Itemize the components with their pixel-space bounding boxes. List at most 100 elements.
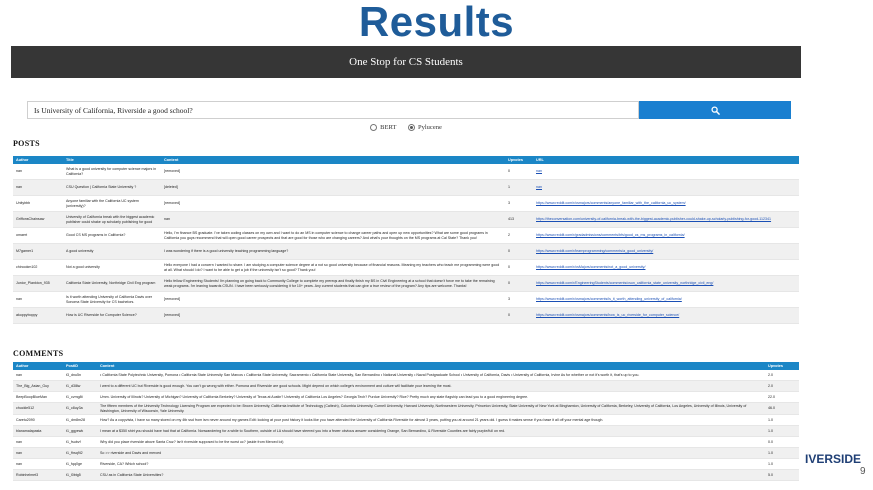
table-cell: t1_dm8m28 — [63, 414, 97, 427]
column-header: Author — [13, 362, 63, 370]
table-cell: 0.0 — [765, 436, 799, 449]
page-number: 9 — [860, 466, 866, 477]
table-cell: Not a good university — [63, 259, 161, 276]
table-cell: nan — [13, 370, 63, 381]
table-cell: Umm. University of Illinois? University … — [97, 391, 765, 403]
table-cell: Robinhelmet3 — [13, 469, 63, 482]
table-cell: t1_fsubvf — [63, 436, 97, 449]
table-cell: CSU Question | California State Universi… — [63, 179, 161, 196]
comments-heading: COMMENTS — [13, 349, 64, 358]
table-cell: The_Big_Asian_Guy — [13, 380, 63, 392]
table-cell: GriffonsChainsaw — [13, 211, 63, 228]
table-cell: How? As a copyvista, I have so many stor… — [97, 414, 765, 427]
engine-label-bert: BERT — [380, 124, 397, 131]
table-row: nan What is a good university for compute… — [13, 164, 799, 180]
table-row: Unitybbb Anyone familiar with the Califor… — [13, 195, 799, 212]
table-row: nan Is it worth attending University of C… — [13, 291, 799, 308]
table-cell: Hello fellow Engineering Students! I'm p… — [161, 275, 505, 292]
table-row: nan CSU Question | California State Unive… — [13, 179, 799, 196]
table-cell: 0 — [505, 275, 533, 292]
url-link[interactable]: nan — [533, 179, 799, 196]
slide-title: Results — [358, 0, 515, 45]
table-cell: A good university — [63, 243, 161, 260]
url-link[interactable]: https://www.reddit.com/r/csmajors/commen… — [533, 195, 799, 212]
table-cell: [deleted] — [161, 179, 505, 196]
table-row: The_Big_Asian_Guy t1_d3l8w I went to a dif… — [13, 380, 799, 392]
app-window: One Stop for CS Students BERT Pylucene P… — [11, 46, 801, 490]
radio-bert[interactable] — [370, 124, 378, 131]
url-link[interactable]: https://www.reddit.com/r/EngineeringStud… — [533, 275, 799, 292]
table-cell: 2 — [505, 227, 533, 244]
column-header: PostID — [63, 362, 97, 370]
table-cell: Hello, I'm finance BS graduate. I've tak… — [161, 227, 505, 244]
table-cell: 1.0 — [765, 425, 799, 438]
table-cell: 5.0 — [765, 469, 799, 482]
table-row: blanamalapasta t1_ggyewk I mean at a $350 … — [13, 425, 799, 438]
column-header: Content — [161, 156, 505, 164]
table-cell: blanamalapasta — [13, 425, 63, 438]
engine-option-pylucene[interactable]: Pylucene — [408, 124, 442, 131]
table-row: chuckle512 t1_c8uy3a The fifteen members o… — [13, 402, 799, 416]
table-cell: chinookm102 — [13, 259, 63, 276]
table-cell: t1_d3l8w — [63, 380, 97, 392]
table-row: nan t1_fsubvf Why did you place riverside … — [13, 436, 799, 449]
table-cell: t1_fhsq9l2 — [63, 447, 97, 460]
search-input[interactable] — [27, 101, 639, 119]
url-link[interactable]: https://www.reddit.com/r/learnprogrammin… — [533, 243, 799, 260]
url-link[interactable]: https://www.reddit.com/r/csmajors/commen… — [533, 307, 799, 324]
column-header: Title — [63, 156, 161, 164]
table-row: Robinhelmet3 t1_l0btg5 CSU as in Californi… — [13, 469, 799, 482]
table-cell: [removed] — [161, 307, 505, 324]
table-cell: nan — [13, 291, 63, 308]
table-row: nan t1_fqq0ge Riverside, CA? Which school?… — [13, 458, 799, 471]
table-cell: t1_c8uy3a — [63, 402, 97, 416]
url-link[interactable]: https://www.reddit.com/r/csMajors/commen… — [533, 259, 799, 276]
table-cell: How is UC Riverside for Computer Science… — [63, 307, 161, 324]
table-cell: [removed] — [161, 291, 505, 308]
table-cell: Anyone familiar with the California UC s… — [63, 195, 161, 212]
table-cell: So >> riverside and Davis and merced — [97, 447, 765, 460]
column-header: Author — [13, 156, 63, 164]
table-row: Junior_Plankton_935 California State Univ… — [13, 275, 799, 292]
table-cell: nan — [161, 211, 505, 228]
column-header: Upvotes — [765, 362, 799, 370]
table-cell: 1.0 — [765, 458, 799, 471]
table-cell: t1_cvmg8t — [63, 391, 97, 403]
table-cell: Is it worth attending University of Cali… — [63, 291, 161, 308]
table-cell: 0 — [505, 164, 533, 180]
table-cell: Junior_Plankton_935 — [13, 275, 63, 292]
table-row: Caretu2090 t1_dm8m28 How? As a copyvista, … — [13, 414, 799, 427]
table-cell: University of California break with the … — [63, 211, 161, 228]
table-cell: Why did you place riverside above Santa … — [97, 436, 765, 449]
url-link[interactable]: https://www.reddit.com/r/gradadmissions/… — [533, 227, 799, 244]
table-cell: [removed] — [161, 164, 505, 180]
engine-option-bert[interactable]: BERT — [370, 124, 396, 131]
table-cell: Unitybbb — [13, 195, 63, 212]
table-row: M7gamer1 A good university I was wondering… — [13, 243, 799, 260]
table-row: nan t1_fhsq9l2 So >> riverside and Davis a… — [13, 447, 799, 460]
column-header: Upvotes — [505, 156, 533, 164]
url-link[interactable]: nan — [533, 164, 799, 180]
radio-pylucene[interactable] — [408, 124, 416, 131]
table-cell: 0 — [505, 259, 533, 276]
search-button[interactable] — [639, 101, 791, 119]
comments-table: Author PostID Content Upvotes nan t3_dnu5n • … — [13, 362, 799, 482]
table-cell: 3 — [505, 291, 533, 308]
table-cell: nan — [13, 447, 63, 460]
table-cell: nan — [13, 436, 63, 449]
table-cell: 1.0 — [765, 414, 799, 427]
table-cell: akoppyboppy — [13, 307, 63, 324]
column-header: URL — [533, 156, 799, 164]
engine-selector: BERT Pylucene — [11, 124, 801, 133]
table-row: BeepBoopBlueMan t1_cvmg8t Umm. University … — [13, 391, 799, 403]
table-cell: 1.0 — [765, 447, 799, 460]
url-link[interactable]: https://www.reddit.com/r/csmajors/commen… — [533, 291, 799, 308]
search-icon — [710, 105, 720, 115]
url-link[interactable]: https://theconversation.com/university-o… — [533, 211, 799, 228]
table-cell: nan — [13, 179, 63, 196]
table-cell: CSU as in California State Universities? — [97, 469, 765, 482]
table-cell: I went to a different UC but Riverside i… — [97, 380, 765, 392]
engine-label-pylucene: Pylucene — [418, 124, 442, 131]
table-cell: 2.0 — [765, 380, 799, 392]
table-cell: 46.0 — [765, 402, 799, 416]
